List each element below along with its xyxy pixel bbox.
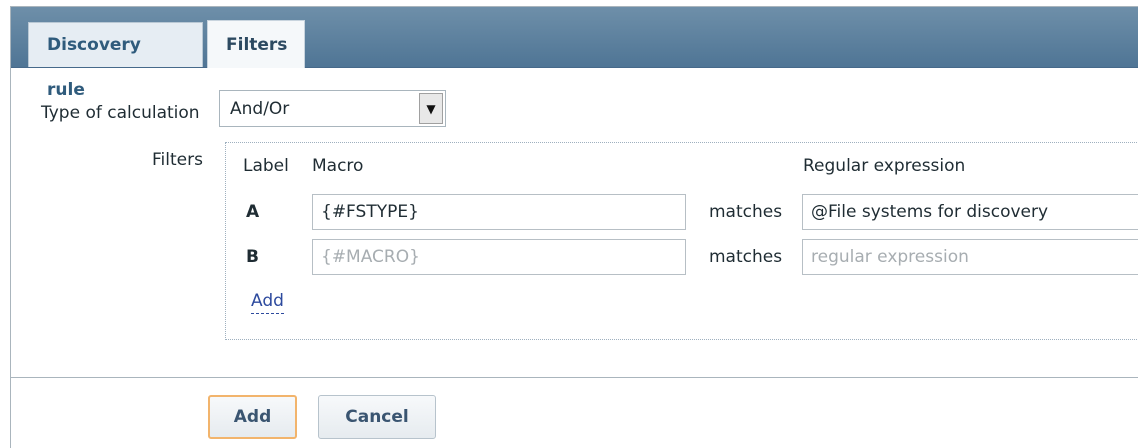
filters-label: Filters	[152, 150, 203, 170]
column-header-regular-expression: Regular expression	[803, 156, 966, 176]
type-of-calculation-select[interactable]: And/Or ▼	[219, 90, 446, 127]
filter-row-a-regex-input[interactable]	[802, 194, 1138, 230]
tab-discovery-rule[interactable]: Discovery rule	[28, 22, 203, 100]
filter-row-a-operator: matches	[709, 202, 783, 222]
cancel-button[interactable]: Cancel	[318, 395, 436, 439]
add-filter-link[interactable]: Add	[251, 291, 284, 314]
filter-row-b-label: B	[246, 247, 259, 267]
footer	[10, 378, 1138, 448]
column-header-label: Label	[243, 156, 289, 176]
add-button[interactable]: Add	[208, 395, 297, 439]
type-of-calculation-value: And/Or	[230, 99, 290, 119]
type-of-calculation-label: Type of calculation	[41, 103, 200, 123]
filter-row-a-macro-input[interactable]	[312, 194, 686, 230]
filter-row-b-macro-input[interactable]	[312, 239, 686, 275]
tab-filters[interactable]: Filters	[207, 20, 305, 68]
dropdown-arrow-icon[interactable]: ▼	[419, 93, 443, 124]
tab-bar: Discovery rule Filters	[11, 7, 1138, 100]
column-header-macro: Macro	[312, 156, 364, 176]
filter-row-a-label: A	[246, 202, 260, 222]
filter-row-b-regex-input[interactable]	[802, 239, 1138, 275]
filter-row-b-operator: matches	[709, 247, 783, 267]
